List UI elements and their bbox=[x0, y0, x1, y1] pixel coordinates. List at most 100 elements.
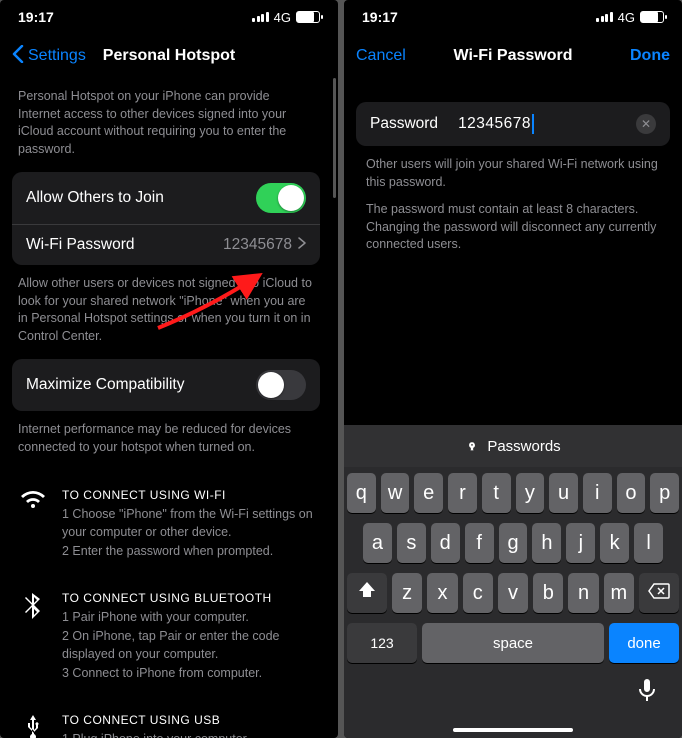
key-u[interactable]: u bbox=[549, 473, 578, 513]
key-x[interactable]: x bbox=[427, 573, 457, 613]
screen-hotspot-settings: 19:17 4G Settings Personal Hotspot Perso… bbox=[0, 0, 338, 738]
key-n[interactable]: n bbox=[568, 573, 598, 613]
home-indicator[interactable] bbox=[453, 728, 573, 732]
allow-others-cell[interactable]: Allow Others to Join bbox=[12, 172, 320, 224]
wifi-password-value: 12345678 bbox=[223, 236, 292, 254]
done-label: Done bbox=[630, 47, 670, 65]
allow-others-toggle[interactable] bbox=[256, 183, 306, 213]
maxcompat-desc: Internet performance may be reduced for … bbox=[0, 411, 332, 470]
password-field[interactable]: 12345678 bbox=[458, 114, 616, 134]
key-y[interactable]: y bbox=[516, 473, 545, 513]
done-button[interactable]: Done bbox=[630, 47, 670, 65]
cancel-button[interactable]: Cancel bbox=[356, 47, 406, 65]
battery-icon bbox=[640, 11, 664, 23]
maxcompat-label: Maximize Compatibility bbox=[26, 376, 184, 394]
bluetooth-icon bbox=[18, 591, 48, 685]
keyboard-row-1: q w e r t y u i o p bbox=[347, 473, 679, 513]
key-shift[interactable] bbox=[347, 573, 387, 613]
key-t[interactable]: t bbox=[482, 473, 511, 513]
key-backspace[interactable] bbox=[639, 573, 679, 613]
key-f[interactable]: f bbox=[465, 523, 494, 563]
keyboard-row-2: a s d f g h j k l bbox=[347, 523, 679, 563]
instr-wifi-title: TO CONNECT USING WI-FI bbox=[62, 488, 314, 502]
key-i[interactable]: i bbox=[583, 473, 612, 513]
instr-usb-title: TO CONNECT USING USB bbox=[62, 713, 314, 727]
scroll-area[interactable]: Personal Hotspot on your iPhone can prov… bbox=[0, 78, 338, 738]
key-icon bbox=[465, 437, 479, 455]
key-h[interactable]: h bbox=[532, 523, 561, 563]
key-z[interactable]: z bbox=[392, 573, 422, 613]
key-g[interactable]: g bbox=[499, 523, 528, 563]
instr-bt-title: TO CONNECT USING BLUETOOTH bbox=[62, 591, 314, 605]
hotspot-group: Allow Others to Join Wi-Fi Password 1234… bbox=[12, 172, 320, 265]
keyboard-suggestion-label: Passwords bbox=[487, 438, 560, 455]
keyboard-suggestion-bar[interactable]: Passwords bbox=[344, 425, 682, 467]
scrollbar[interactable] bbox=[333, 78, 336, 198]
clear-text-button[interactable]: ✕ bbox=[636, 114, 656, 134]
key-b[interactable]: b bbox=[533, 573, 563, 613]
dictation-button[interactable] bbox=[638, 679, 656, 706]
close-icon: ✕ bbox=[641, 117, 651, 131]
hotspot-intro-text: Personal Hotspot on your iPhone can prov… bbox=[0, 78, 332, 172]
maxcompat-toggle[interactable] bbox=[256, 370, 306, 400]
key-done[interactable]: done bbox=[609, 623, 679, 663]
allow-others-desc: Allow other users or devices not signed … bbox=[0, 265, 332, 359]
network-type: 4G bbox=[618, 10, 635, 25]
key-d[interactable]: d bbox=[431, 523, 460, 563]
key-v[interactable]: v bbox=[498, 573, 528, 613]
instr-bluetooth: TO CONNECT USING BLUETOOTH 1 Pair iPhone… bbox=[0, 573, 332, 695]
instr-usb: TO CONNECT USING USB 1 Plug iPhone into … bbox=[0, 695, 332, 738]
keyboard-row-3: z x c v b n m bbox=[347, 573, 679, 613]
instr-bt-step3: 3 Connect to iPhone from computer. bbox=[62, 665, 314, 683]
key-o[interactable]: o bbox=[617, 473, 646, 513]
key-m[interactable]: m bbox=[604, 573, 634, 613]
keyboard-footer bbox=[344, 663, 682, 706]
signal-bars-icon bbox=[252, 12, 269, 22]
usb-icon bbox=[18, 713, 48, 738]
password-cell[interactable]: Password 12345678 ✕ bbox=[356, 102, 670, 146]
password-desc-1: Other users will join your shared Wi-Fi … bbox=[344, 146, 682, 201]
signal-bars-icon bbox=[596, 12, 613, 22]
nav-back-button[interactable]: Settings bbox=[12, 45, 86, 68]
key-c[interactable]: c bbox=[463, 573, 493, 613]
key-w[interactable]: w bbox=[381, 473, 410, 513]
cancel-label: Cancel bbox=[356, 47, 406, 65]
key-l[interactable]: l bbox=[634, 523, 663, 563]
wifi-password-label: Wi-Fi Password bbox=[26, 236, 135, 254]
battery-icon bbox=[296, 11, 320, 23]
instr-wifi-step2: 2 Enter the password when prompted. bbox=[62, 543, 314, 561]
key-p[interactable]: p bbox=[650, 473, 679, 513]
text-caret bbox=[532, 114, 534, 134]
chevron-left-icon bbox=[12, 45, 24, 68]
key-a[interactable]: a bbox=[363, 523, 392, 563]
keyboard-bottom-row: 123 space done bbox=[344, 623, 682, 663]
key-e[interactable]: e bbox=[414, 473, 443, 513]
key-k[interactable]: k bbox=[600, 523, 629, 563]
key-r[interactable]: r bbox=[448, 473, 477, 513]
keyboard: Passwords q w e r t y u i o p a s d f g … bbox=[344, 425, 682, 738]
key-s[interactable]: s bbox=[397, 523, 426, 563]
status-time: 19:17 bbox=[362, 9, 398, 25]
status-bar: 19:17 4G bbox=[0, 0, 338, 34]
status-right: 4G bbox=[596, 10, 664, 25]
allow-others-label: Allow Others to Join bbox=[26, 189, 164, 207]
nav-back-label: Settings bbox=[28, 47, 86, 65]
instr-wifi-step1: 1 Choose "iPhone" from the Wi-Fi setting… bbox=[62, 506, 314, 541]
key-j[interactable]: j bbox=[566, 523, 595, 563]
status-time: 19:17 bbox=[18, 9, 54, 25]
maxcompat-cell[interactable]: Maximize Compatibility bbox=[12, 359, 320, 411]
backspace-icon bbox=[648, 582, 670, 605]
nav-bar: Settings Personal Hotspot bbox=[0, 34, 338, 78]
status-right: 4G bbox=[252, 10, 320, 25]
key-space[interactable]: space bbox=[422, 623, 604, 663]
password-desc-2: The password must contain at least 8 cha… bbox=[344, 201, 682, 264]
instr-bt-step1: 1 Pair iPhone with your computer. bbox=[62, 609, 314, 627]
wifi-password-cell[interactable]: Wi-Fi Password 12345678 bbox=[12, 224, 320, 265]
password-label: Password bbox=[370, 115, 438, 133]
key-q[interactable]: q bbox=[347, 473, 376, 513]
key-123[interactable]: 123 bbox=[347, 623, 417, 663]
instr-wifi: TO CONNECT USING WI-FI 1 Choose "iPhone"… bbox=[0, 470, 332, 573]
instr-usb-step1: 1 Plug iPhone into your computer. bbox=[62, 731, 314, 738]
password-value: 12345678 bbox=[458, 115, 531, 133]
microphone-icon bbox=[638, 688, 656, 705]
